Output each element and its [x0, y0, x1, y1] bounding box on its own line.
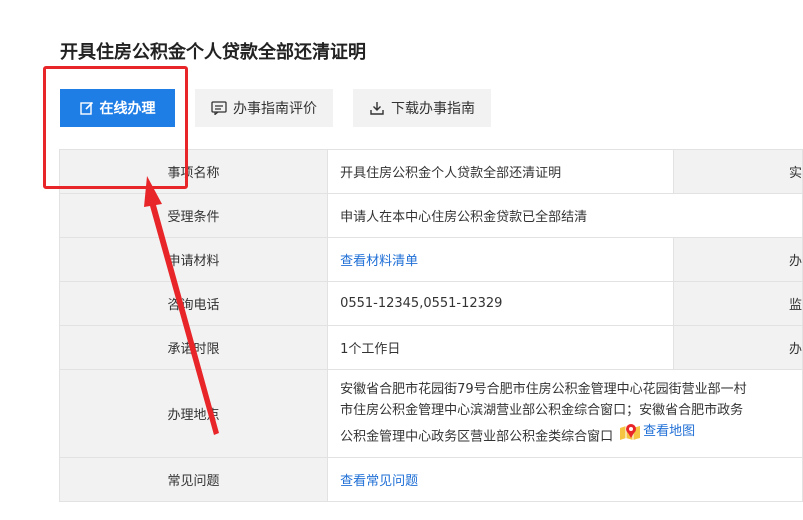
row-extra-label: 监: [672, 281, 803, 326]
toolbar: 在线办理 办事指南评价 下载办事指南: [60, 89, 491, 127]
download-guide-button[interactable]: 下载办事指南: [353, 89, 491, 127]
item-name-value: 开具住房公积金个人贷款全部还清证明: [327, 149, 674, 194]
time-limit-value: 1个工作日: [327, 325, 674, 370]
faq-link[interactable]: 查看常见问题: [340, 474, 418, 489]
map-pin-icon: [620, 423, 641, 440]
address-line-text: 公积金管理中心政务区营业部公积金类综合窗口: [340, 429, 614, 445]
row-extra-label: 办: [672, 237, 803, 282]
guide-evaluate-label: 办事指南评价: [233, 101, 317, 117]
address-line-last: 公积金管理中心政务区营业部公积金类综合窗口 查看地图: [340, 421, 790, 448]
table-row: 事项名称 开具住房公积金个人贷款全部还清证明 实: [58, 149, 803, 194]
comment-icon: [211, 101, 227, 115]
address-cell: 安徽省合肥市花园街79号合肥市住房公积金管理中心花园街营业部一村 市住房公积金管…: [327, 369, 803, 458]
table-row: 常见问题 查看常见问题: [58, 457, 803, 502]
edit-icon: [79, 101, 94, 115]
download-guide-label: 下载办事指南: [391, 101, 475, 117]
view-map-link[interactable]: 查看地图: [619, 421, 695, 442]
acceptance-condition-value: 申请人在本中心住房公积金贷款已全部结清: [327, 193, 803, 238]
row-extra-label: 办: [672, 325, 803, 370]
download-icon: [369, 100, 385, 116]
row-label: 办理地点: [58, 369, 329, 458]
online-handle-button[interactable]: 在线办理: [60, 89, 175, 127]
page-title: 开具住房公积金个人贷款全部还清证明: [60, 42, 366, 63]
row-label: 申请材料: [58, 237, 329, 282]
table-row: 承诺时限 1个工作日 办: [58, 325, 803, 370]
view-map-label: 查看地图: [643, 424, 696, 440]
consult-phone-value: 0551-12345,0551-12329: [327, 281, 674, 326]
row-extra-label: 实: [672, 149, 803, 194]
row-label: 事项名称: [58, 149, 329, 194]
table-row: 咨询电话 0551-12345,0551-12329 监: [58, 281, 803, 326]
row-label: 咨询电话: [58, 281, 329, 326]
row-label: 受理条件: [58, 193, 329, 238]
material-list-link[interactable]: 查看材料清单: [340, 254, 418, 269]
table-row: 受理条件 申请人在本中心住房公积金贷款已全部结清: [58, 193, 803, 238]
address-line: 市住房公积金管理中心滨湖营业部公积金综合窗口；安徽省合肥市政务: [340, 403, 744, 419]
guide-info-table: 事项名称 开具住房公积金个人贷款全部还清证明 实 受理条件 申请人在本中心住房公…: [58, 149, 803, 502]
row-label: 常见问题: [58, 457, 329, 502]
row-label: 承诺时限: [58, 325, 329, 370]
guide-evaluate-button[interactable]: 办事指南评价: [195, 89, 333, 127]
table-row: 申请材料 查看材料清单 办: [58, 237, 803, 282]
address-line: 安徽省合肥市花园街79号合肥市住房公积金管理中心花园街营业部一村: [340, 382, 747, 398]
page: 开具住房公积金个人贷款全部还清证明 在线办理 办事指南评价 下载办事指南 事项名…: [0, 0, 803, 520]
table-row: 办理地点 安徽省合肥市花园街79号合肥市住房公积金管理中心花园街营业部一村 市住…: [58, 369, 803, 458]
online-handle-label: 在线办理: [99, 101, 156, 117]
